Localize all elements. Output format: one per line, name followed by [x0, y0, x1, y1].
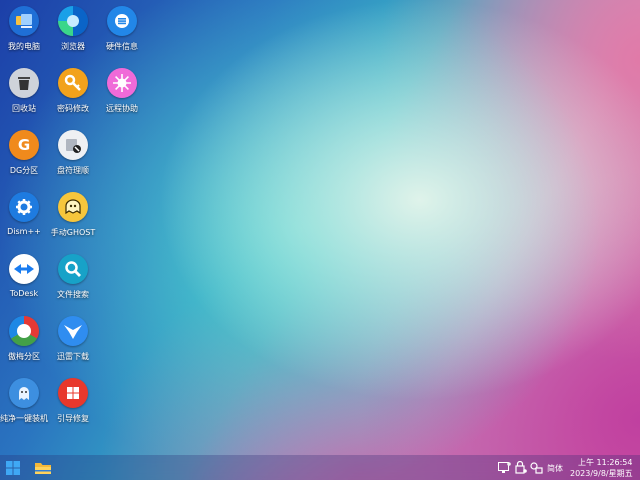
aomei-partition-icon — [9, 316, 39, 346]
desktop-icon-label: 回收站 — [12, 104, 36, 113]
desktop-icon-label: 浏览器 — [61, 42, 85, 51]
thunder-download-icon — [58, 316, 88, 346]
desktop-icon-label: 密码修改 — [57, 104, 89, 113]
hardware-info-icon — [107, 6, 137, 36]
this-pc-icon — [9, 6, 39, 36]
input-method-icon[interactable] — [530, 461, 543, 474]
desktop-icon-label: 硬件信息 — [106, 42, 138, 51]
desktop-icon-ghost[interactable]: 手动GHOST — [45, 192, 101, 250]
desktop-icon-label: 手动GHOST — [50, 228, 96, 237]
desktop-icon-password[interactable]: 密码修改 — [45, 68, 101, 126]
desktop-icon-drive-letter[interactable]: 盘符理顺 — [45, 130, 101, 188]
windows-start-icon[interactable] — [3, 458, 23, 478]
ghost-icon — [58, 192, 88, 222]
desktop-icon-label: 我的电脑 — [8, 42, 40, 51]
key-icon — [58, 68, 88, 98]
desktop-icon-thunder[interactable]: 迅雷下载 — [45, 316, 101, 374]
diskgenius-icon: G — [9, 130, 39, 160]
desktop-icon-browser[interactable]: 浏览器 — [45, 6, 101, 64]
recycle-bin-icon — [9, 68, 39, 98]
desktop-icon-label: 引导修复 — [57, 414, 89, 423]
desktop-icon-label: Dism++ — [7, 227, 41, 236]
desktop-icon-label: DG分区 — [9, 166, 39, 175]
desktop-icon-label: 盘符理顺 — [57, 166, 89, 175]
gear-icon — [9, 192, 39, 222]
desktop-icon-label: 文件搜索 — [57, 290, 89, 299]
boot-repair-icon — [58, 378, 88, 408]
edge-browser-icon — [58, 6, 88, 36]
clock-date[interactable]: 2023/9/8/星期五 — [570, 468, 633, 479]
remote-assist-icon — [107, 68, 137, 98]
desktop: 我的电脑 回收站 G DG分区 Dism++ ToDesk 傲梅分区 纯净一键装… — [0, 0, 640, 455]
desktop-icon-label: 远程协助 — [106, 104, 138, 113]
desktop-icon-label: 迅雷下载 — [57, 352, 89, 361]
desktop-icon-label: 傲梅分区 — [8, 352, 40, 361]
drive-letter-icon — [58, 130, 88, 160]
taskbar: 简体 上午 11:26:54 2023/9/8/星期五 — [0, 455, 640, 480]
ime-language[interactable]: 简体 — [547, 463, 563, 474]
file-explorer-icon[interactable] — [33, 458, 53, 478]
lock-icon[interactable] — [514, 461, 527, 474]
desktop-icon-remote-assist[interactable]: 远程协助 — [94, 68, 150, 126]
desktop-icon-hardware-info[interactable]: 硬件信息 — [94, 6, 150, 64]
search-icon — [58, 254, 88, 284]
network-icon[interactable] — [498, 461, 511, 474]
clock-time[interactable]: 上午 11:26:54 — [578, 457, 632, 468]
one-click-install-icon — [9, 378, 39, 408]
desktop-icon-label: ToDesk — [9, 289, 39, 298]
desktop-icon-label: 纯净一键装机 — [0, 414, 48, 423]
desktop-icon-file-search[interactable]: 文件搜索 — [45, 254, 101, 312]
todesk-icon — [9, 254, 39, 284]
desktop-icon-boot-repair[interactable]: 引导修复 — [45, 378, 101, 436]
